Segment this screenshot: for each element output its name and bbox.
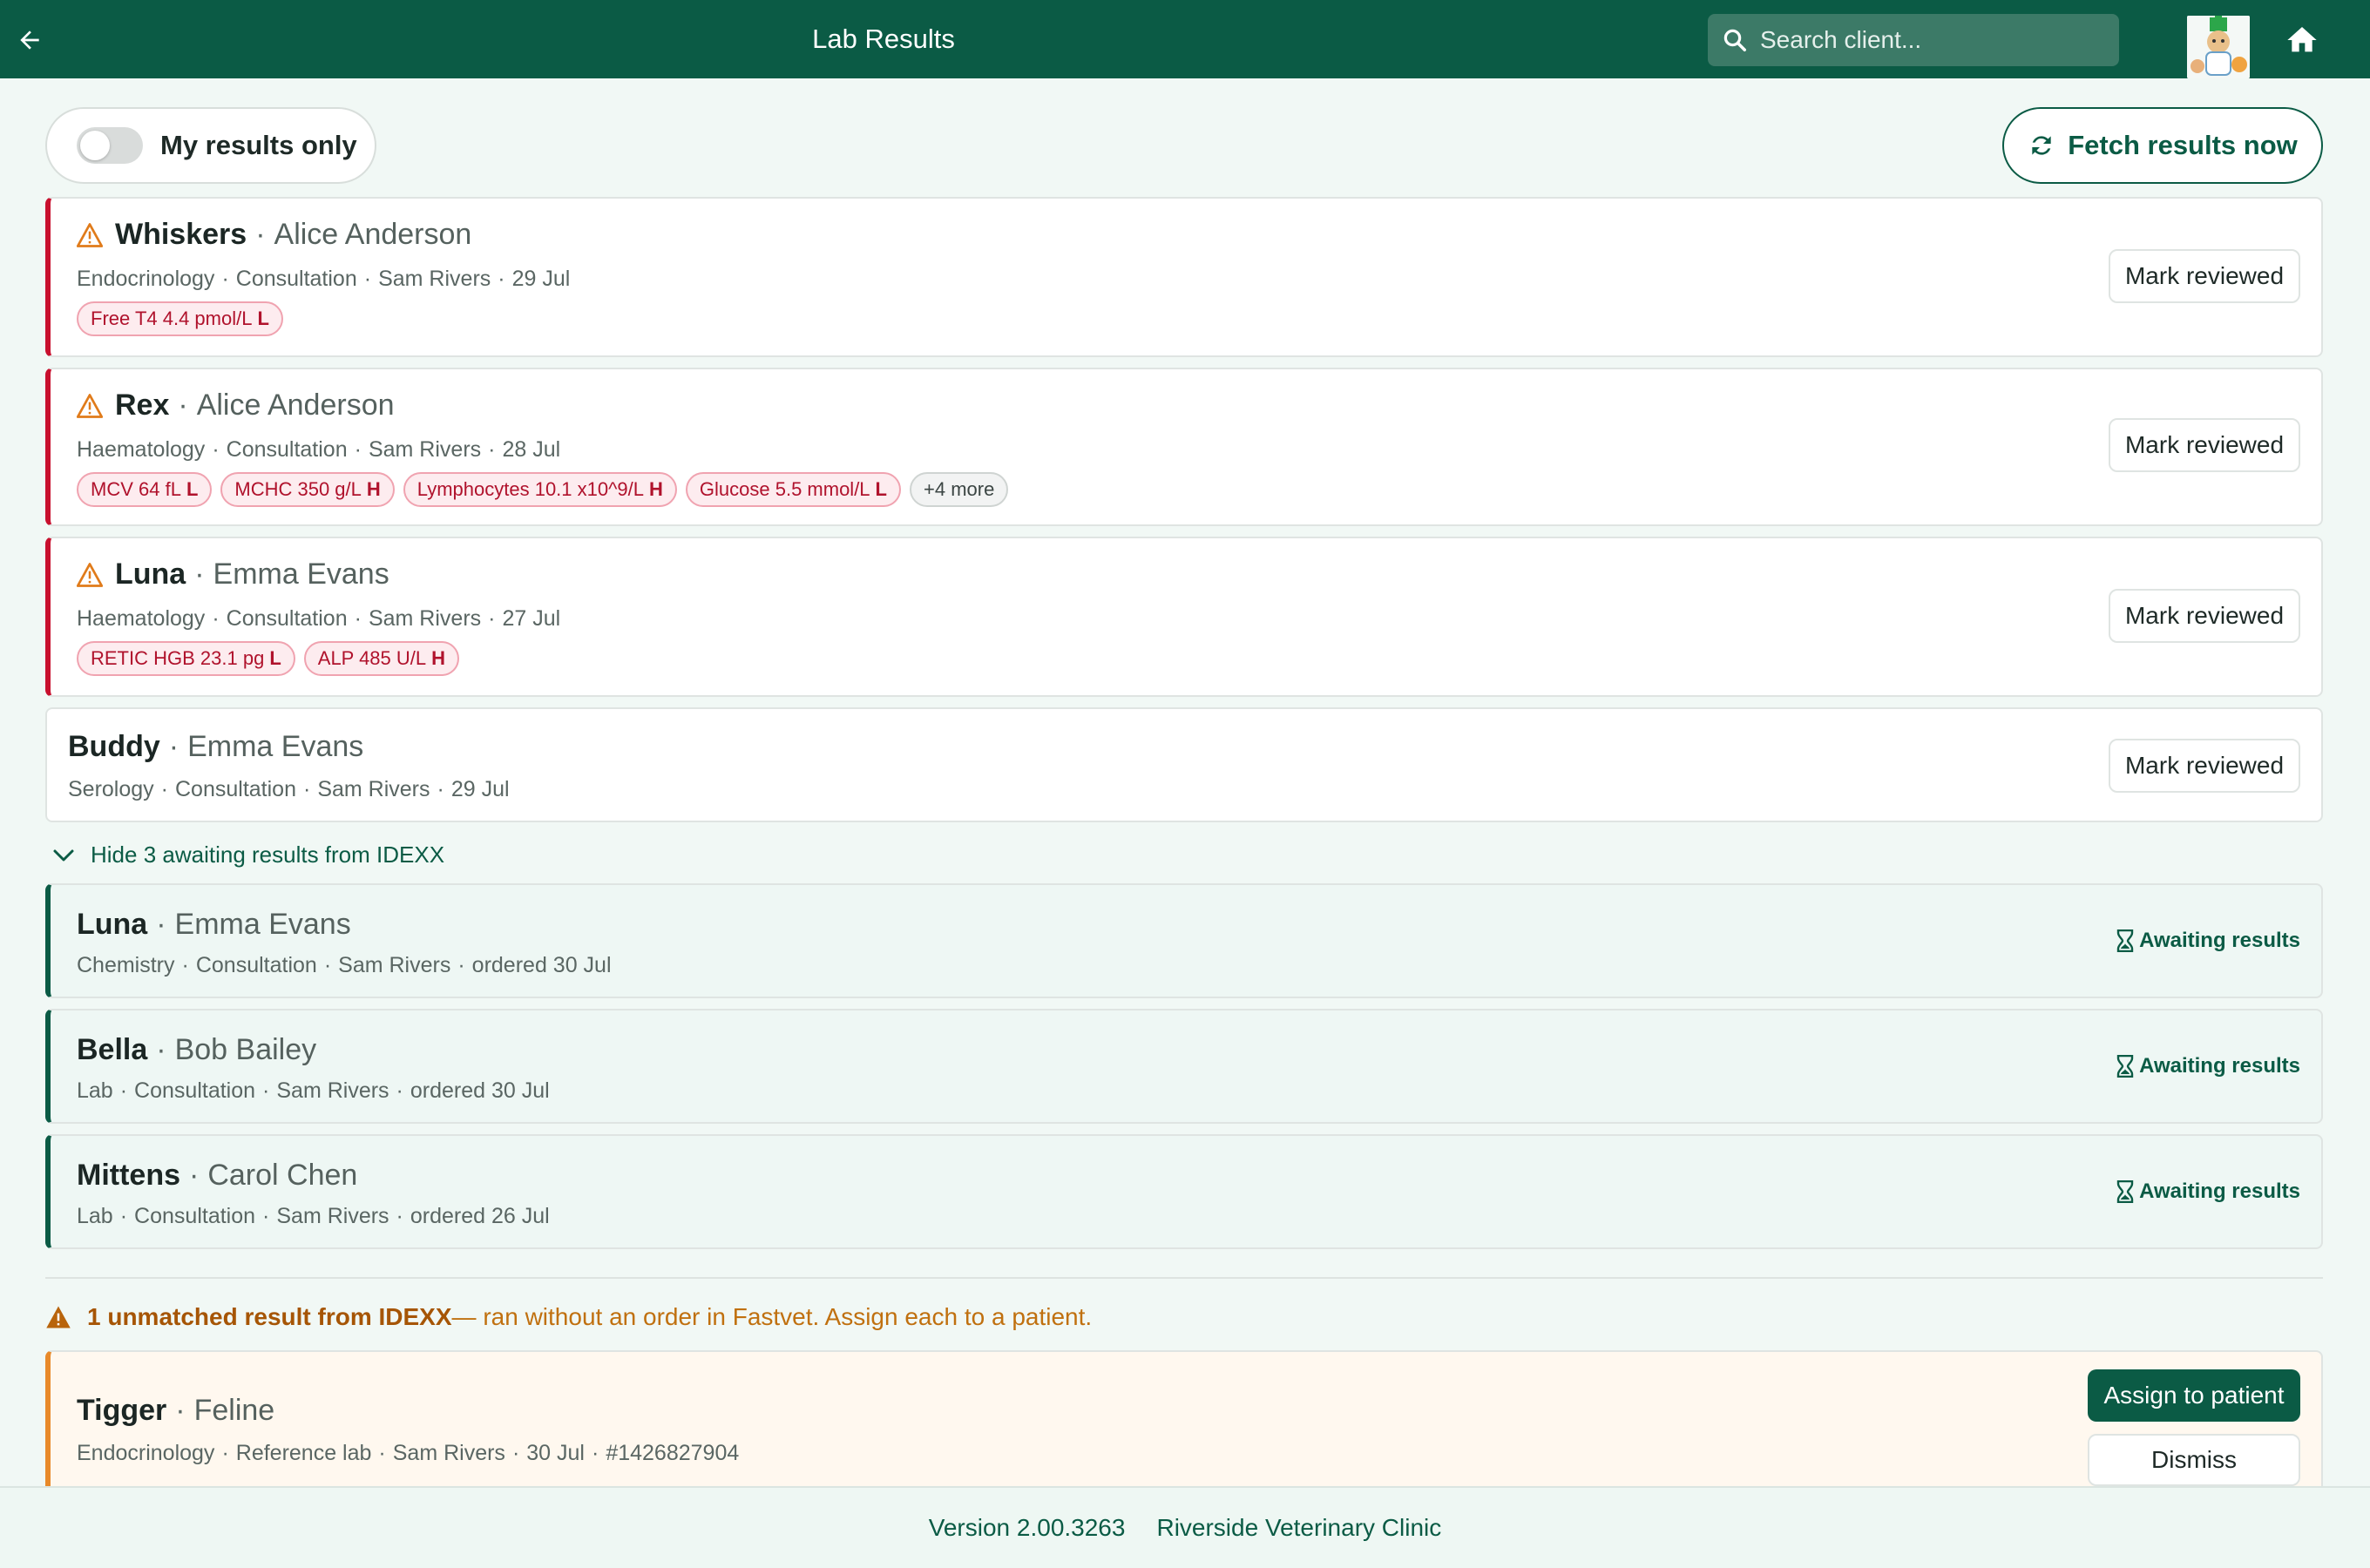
hourglass-icon	[2116, 1055, 2134, 1078]
mark-reviewed-button[interactable]: Mark reviewed	[2109, 249, 2300, 303]
pet-name[interactable]: Buddy	[68, 730, 160, 764]
pet-name[interactable]: Whiskers	[115, 218, 247, 252]
result-meta: Serology · Consultation · Sam Rivers · 29 Jul	[68, 777, 510, 801]
search-icon	[1723, 29, 1746, 51]
top-bar: Lab Results	[0, 0, 2370, 78]
result-card[interactable]: Whiskers · Alice Anderson Endocrinology · Co…	[45, 197, 2323, 357]
owner-name: Bob Bailey	[174, 1033, 317, 1066]
abnormal-result-chip: MCV 64 fL L	[77, 472, 213, 507]
pet-name[interactable]: Rex	[115, 389, 169, 422]
pet-name[interactable]: Bella	[77, 1033, 147, 1067]
owner-name: Emma Evans	[187, 730, 364, 763]
result-card[interactable]: Luna · Emma Evans Haematology · Consultation…	[45, 537, 2323, 697]
awaiting-card[interactable]: Bella · Bob Bailey Lab · Consultation · Sam Ri…	[45, 1009, 2323, 1124]
species: Feline	[193, 1394, 275, 1427]
abnormal-result-chip: Free T4 4.4 pmol/L L	[77, 301, 283, 336]
owner-name: Emma Evans	[213, 558, 389, 591]
pet-name[interactable]: Luna	[77, 908, 147, 942]
result-meta: Chemistry · Consultation · Sam Rivers · ordere…	[77, 953, 612, 977]
result-meta: Haematology · Consultation · Sam Rivers · 27 J…	[77, 606, 561, 631]
warning-icon	[77, 562, 103, 587]
owner-name: Alice Anderson	[274, 218, 472, 251]
page-title: Lab Results	[812, 24, 955, 54]
hourglass-icon	[2116, 1180, 2134, 1203]
result-meta: Lab · Consultation · Sam Rivers · ordered 30 J…	[77, 1078, 550, 1103]
section-divider	[45, 1277, 2323, 1279]
result-meta: Lab · Consultation · Sam Rivers · ordered 26 J…	[77, 1204, 550, 1228]
assign-to-patient-button[interactable]: Assign to patient	[2088, 1369, 2300, 1422]
fetch-results-button[interactable]: Fetch results now	[2002, 107, 2323, 184]
more-results-chip[interactable]: +4 more	[910, 472, 1009, 507]
clinic-name: Riverside Veterinary Clinic	[1156, 1514, 1442, 1541]
vet-mascot-icon	[2187, 16, 2250, 78]
version-text: Version 2.00.3263	[928, 1514, 1126, 1541]
hide-awaiting-label: Hide 3 awaiting results from IDEXX	[91, 841, 445, 868]
abnormal-result-chip: MCHC 350 g/L H	[220, 472, 395, 507]
unmatched-count: 1 unmatched result from IDEXX	[87, 1303, 452, 1330]
mark-reviewed-button[interactable]: Mark reviewed	[2109, 589, 2300, 643]
unmatched-card[interactable]: Tigger · Feline Endocrinology · Reference la…	[45, 1350, 2323, 1486]
abnormal-result-chip: Lymphocytes 10.1 x10^9/L H	[403, 472, 677, 507]
awaiting-card[interactable]: Luna · Emma Evans Chemistry · Consultation · S…	[45, 883, 2323, 998]
result-meta: Endocrinology · Reference lab · Sam Rivers · 3…	[77, 1441, 740, 1465]
abnormal-result-chip: ALP 485 U/L H	[303, 641, 460, 676]
my-results-toggle[interactable]: My results only	[45, 107, 376, 184]
home-icon[interactable]	[2283, 21, 2321, 59]
pet-name[interactable]: Luna	[115, 558, 186, 591]
mark-reviewed-button[interactable]: Mark reviewed	[2109, 739, 2300, 793]
fetch-results-label: Fetch results now	[2068, 130, 2298, 160]
warning-icon	[46, 1306, 71, 1328]
search-input[interactable]	[1760, 26, 2091, 54]
hide-awaiting-toggle[interactable]: Hide 3 awaiting results from IDEXX	[52, 841, 444, 868]
unmatched-description: — ran without an order in Fastvet. Assig…	[451, 1303, 1093, 1330]
owner-name: Alice Anderson	[196, 389, 395, 422]
warning-icon	[77, 393, 103, 418]
awaiting-status: Awaiting results	[2116, 1054, 2300, 1078]
awaiting-card[interactable]: Mittens · Carol Chen Lab · Consultation · Sam …	[45, 1134, 2323, 1249]
toggle-switch[interactable]	[77, 127, 143, 164]
result-card[interactable]: Buddy · Emma Evans Serology · Consultation · S…	[45, 707, 2323, 822]
awaiting-status: Awaiting results	[2116, 929, 2300, 953]
avatar[interactable]	[2187, 16, 2250, 78]
result-card[interactable]: Rex · Alice Anderson Haematology · Consultat…	[45, 368, 2323, 526]
dismiss-button[interactable]: Dismiss	[2088, 1434, 2300, 1486]
hourglass-icon	[2116, 929, 2134, 952]
unmatched-notice: 1 unmatched result from IDEXX — ran with…	[45, 1303, 1092, 1331]
result-meta: Haematology · Consultation · Sam Rivers · 28 J…	[77, 437, 561, 462]
pet-name[interactable]: Tigger	[77, 1394, 166, 1428]
chevron-down-icon	[53, 849, 74, 861]
abnormal-result-chip: RETIC HGB 23.1 pg L	[77, 641, 295, 676]
mark-reviewed-button[interactable]: Mark reviewed	[2109, 418, 2300, 472]
pet-name[interactable]: Mittens	[77, 1159, 180, 1193]
toggle-label: My results only	[160, 130, 357, 160]
owner-name: Carol Chen	[207, 1159, 358, 1192]
warning-icon	[77, 222, 103, 247]
abnormal-result-chip: Glucose 5.5 mmol/L L	[685, 472, 901, 507]
owner-name: Emma Evans	[174, 908, 351, 941]
refresh-icon	[2032, 136, 2051, 155]
toggle-knob	[80, 131, 110, 160]
footer: Version 2.00.3263 Riverside Veterinary C…	[0, 1486, 2370, 1568]
search-box[interactable]	[1708, 14, 2119, 66]
result-meta: Endocrinology · Consultation · Sam Rivers · 29…	[77, 267, 571, 291]
awaiting-status: Awaiting results	[2116, 1179, 2300, 1204]
